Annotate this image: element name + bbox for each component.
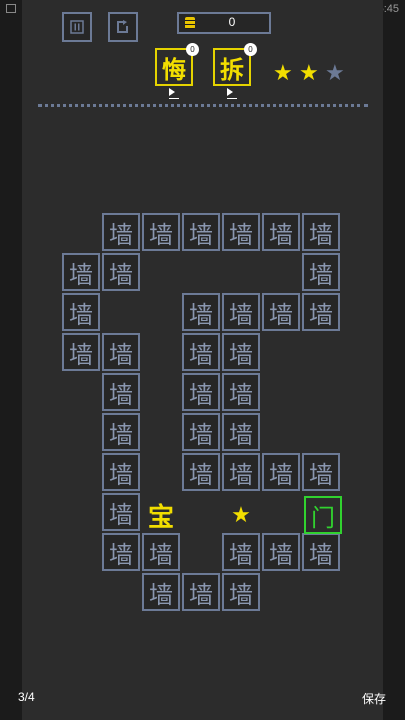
wall-tile: 墙 (102, 533, 140, 571)
wall-tile: 墙 (262, 453, 300, 491)
wall-tile: 墙 (102, 373, 140, 411)
wall-tile: 墙 (102, 493, 140, 531)
wall-tile: 墙 (62, 333, 100, 371)
wall-tile: 墙 (182, 333, 220, 371)
video-icon (169, 88, 179, 99)
demolish-tool-label: 拆 (220, 55, 244, 84)
divider (38, 104, 368, 107)
wall-tile: 墙 (222, 213, 260, 251)
wall-tile: 墙 (182, 373, 220, 411)
star-icon: ★ (273, 61, 293, 86)
treasure-tile[interactable]: 宝 (142, 496, 180, 534)
wall-tile: 墙 (182, 453, 220, 491)
game-area: 0 悔 0 拆 0 ★ ★ ★ 墙墙墙墙墙墙墙墙墙墙墙墙墙墙墙墙墙墙墙墙墙墙墙墙… (22, 0, 383, 720)
save-button[interactable]: 保存 (362, 690, 386, 707)
wall-tile: 墙 (182, 213, 220, 251)
goal-star-icon: ★ (231, 502, 251, 528)
wall-tile: 墙 (262, 293, 300, 331)
wall-tile: 墙 (142, 213, 180, 251)
wall-tile: 墙 (102, 213, 140, 251)
wall-tile: 墙 (222, 413, 260, 451)
restart-icon (117, 20, 128, 33)
undo-tool-button[interactable]: 悔 0 (155, 43, 199, 99)
restart-button[interactable] (108, 12, 138, 42)
wall-tile: 墙 (102, 333, 140, 371)
wall-tile: 墙 (302, 253, 340, 291)
wall-tile: 墙 (62, 253, 100, 291)
level-indicator: 3/4 (18, 690, 35, 704)
wall-tile: 墙 (182, 413, 220, 451)
wall-tile: 墙 (302, 533, 340, 571)
coin-counter: 0 (177, 12, 271, 34)
undo-tool-label: 悔 (162, 55, 186, 84)
wall-tile: 墙 (222, 293, 260, 331)
wall-tile: 墙 (302, 213, 340, 251)
wall-tile: 墙 (182, 293, 220, 331)
wall-tile: 墙 (62, 293, 100, 331)
wall-tile: 墙 (102, 453, 140, 491)
undo-count-badge: 0 (186, 43, 199, 56)
notification-icon (6, 4, 16, 13)
coin-count: 0 (228, 15, 236, 29)
wall-tile: 墙 (142, 573, 180, 611)
wall-tile: 墙 (262, 213, 300, 251)
wall-tile: 墙 (102, 253, 140, 291)
star-icon: ★ (299, 61, 319, 86)
video-icon (227, 88, 237, 99)
wall-tile: 墙 (222, 533, 260, 571)
pause-button[interactable] (62, 12, 92, 42)
star-empty-icon: ★ (325, 61, 345, 86)
door-tile[interactable]: 门 (304, 496, 342, 534)
wall-tile: 墙 (302, 453, 340, 491)
wall-tile: 墙 (222, 333, 260, 371)
wall-tile: 墙 (182, 573, 220, 611)
wall-tile: 墙 (142, 533, 180, 571)
pause-icon (70, 20, 84, 34)
wall-tile: 墙 (222, 573, 260, 611)
wall-tile: 墙 (222, 373, 260, 411)
wall-tile: 墙 (222, 453, 260, 491)
wall-tile: 墙 (262, 533, 300, 571)
demolish-tool-button[interactable]: 拆 0 (213, 43, 257, 99)
wall-tile: 墙 (302, 293, 340, 331)
wall-tile: 墙 (102, 413, 140, 451)
demolish-count-badge: 0 (244, 43, 257, 56)
coin-stack-icon (185, 17, 195, 29)
